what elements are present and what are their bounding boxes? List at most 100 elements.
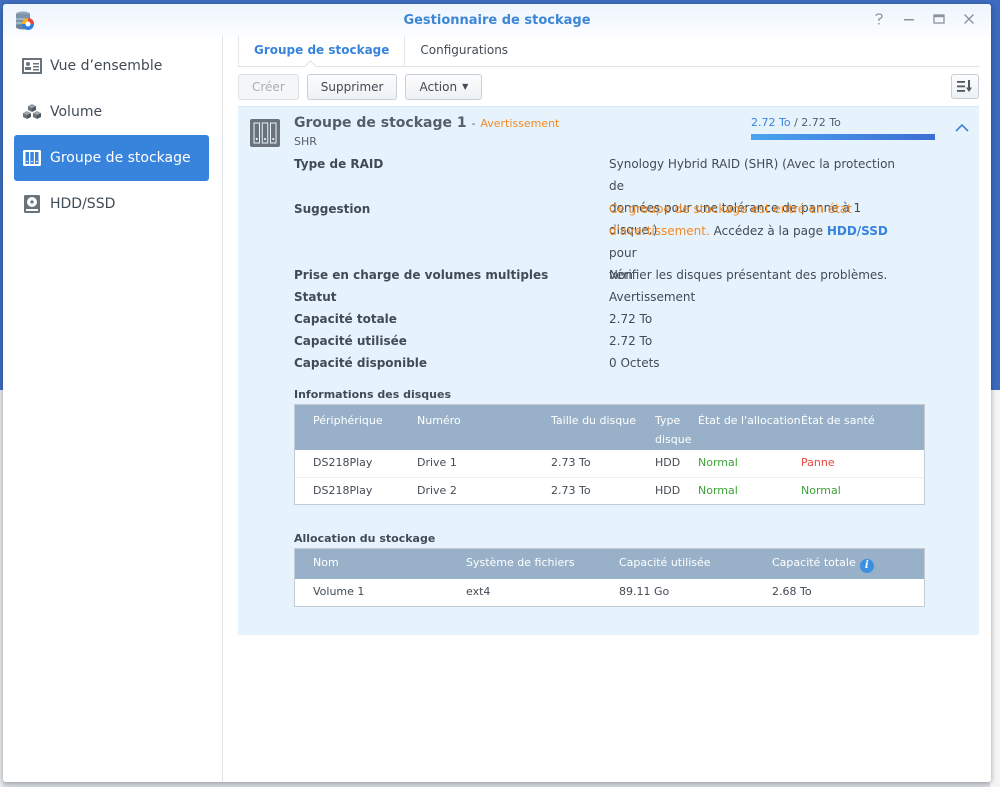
usage-progress-bar xyxy=(751,134,935,140)
info-icon[interactable]: i xyxy=(859,559,874,573)
hdd-ssd-link[interactable]: HDD/SSD xyxy=(827,224,888,238)
delete-button[interactable]: Supprimer xyxy=(306,74,398,100)
detail-key: Prise en charge de volumes multiples xyxy=(294,268,549,282)
sidebar: Vue d’ensemble Volume Groupe de stockage… xyxy=(3,36,223,782)
column-header[interactable]: Numéro xyxy=(399,411,533,450)
create-button[interactable]: Créer xyxy=(238,74,299,100)
column-header[interactable]: Système de fichiers xyxy=(448,549,601,579)
column-header[interactable]: État de l'allocation xyxy=(698,411,801,450)
disks-section-title: Informations des disques xyxy=(294,388,451,401)
cell-type: HDD xyxy=(655,456,681,469)
pool-status-badge: Avertissement xyxy=(480,117,560,130)
background-window-edge xyxy=(990,390,1000,787)
usage-total: 2.72 To xyxy=(801,116,841,129)
window-title: Gestionnaire de stockage xyxy=(403,13,591,28)
sidebar-item-label: Volume xyxy=(50,104,103,120)
cell-allocation-status: Normal xyxy=(698,456,738,469)
cell-size: 2.73 To xyxy=(551,456,591,469)
cell-device: DS218Play xyxy=(313,484,373,497)
detail-status: Statut Avertissement xyxy=(294,286,954,308)
table-row[interactable]: Volume 1 ext4 89.11 Go 2.68 To xyxy=(295,579,924,606)
pool-type: SHR xyxy=(294,135,317,148)
allocation-table: Nom Système de fichiers Capacité utilisé… xyxy=(294,548,925,607)
detail-multi-volume: Prise en charge de volumes multiples Non xyxy=(294,264,954,286)
main-content: Groupe de stockage Configurations Créer … xyxy=(224,36,991,782)
volume-cubes-icon xyxy=(22,102,42,122)
detail-key: Capacité totale xyxy=(294,312,397,326)
sidebar-item-overview[interactable]: Vue d’ensemble xyxy=(14,43,209,89)
table-row[interactable]: DS218Play Drive 2 2.73 To HDD Normal Nor… xyxy=(295,477,924,504)
detail-value: Non xyxy=(609,268,633,282)
collapse-chevron-up-icon[interactable] xyxy=(953,121,971,135)
close-icon xyxy=(964,14,974,24)
table-row[interactable]: DS218Play Drive 1 2.73 To HDD Normal Pan… xyxy=(295,450,924,477)
pool-name: Groupe de stockage 1 xyxy=(294,115,467,131)
column-header[interactable]: Type disque xyxy=(637,411,698,450)
column-header-total-capacity[interactable]: Capacité totale i xyxy=(754,549,924,579)
detail-value: 2.72 To xyxy=(609,312,653,326)
cell-number: Drive 2 xyxy=(417,484,457,497)
storage-pool-panel: Groupe de stockage 1 - Avertissement SHR… xyxy=(238,106,979,635)
cell-total-capacity: 2.68 To xyxy=(772,585,812,598)
cell-health-status: Normal xyxy=(801,484,841,497)
tab-bar: Groupe de stockage Configurations xyxy=(238,36,523,66)
detail-value: Avertissement xyxy=(609,290,696,304)
overview-icon xyxy=(22,56,42,76)
cell-size: 2.73 To xyxy=(551,484,591,497)
detail-available-capacity: Capacité disponible 0 Octets xyxy=(294,352,954,374)
cell-allocation-status: Normal xyxy=(698,484,738,497)
cell-name: Volume 1 xyxy=(313,585,365,598)
sidebar-item-storage-pool[interactable]: Groupe de stockage xyxy=(14,135,209,181)
detail-key: Statut xyxy=(294,290,337,304)
cell-health-status: Panne xyxy=(801,456,835,469)
sidebar-item-hdd-ssd[interactable]: HDD/SSD xyxy=(14,181,209,227)
help-button[interactable] xyxy=(871,10,887,28)
tab-storage-pool[interactable]: Groupe de stockage xyxy=(239,36,406,66)
usage-text: 2.72 To / 2.72 To xyxy=(751,116,841,129)
allocation-table-header: Nom Système de fichiers Capacité utilisé… xyxy=(295,549,924,579)
maximize-icon xyxy=(933,14,945,24)
tab-configurations[interactable]: Configurations xyxy=(405,36,523,66)
cell-number: Drive 1 xyxy=(417,456,457,469)
action-dropdown-button[interactable]: Action ▼ xyxy=(405,74,483,100)
column-header[interactable]: Périphérique xyxy=(295,411,399,450)
suggestion-warning-line: d'avertissement. xyxy=(609,224,710,238)
title-separator: - xyxy=(471,117,476,130)
detail-total-capacity: Capacité totale 2.72 To xyxy=(294,308,954,330)
allocation-section-title: Allocation du stockage xyxy=(294,532,436,545)
toolbar: Créer Supprimer Action ▼ xyxy=(238,74,483,100)
storage-pool-icon xyxy=(250,119,280,147)
action-label: Action xyxy=(419,80,458,94)
column-header[interactable]: Capacité utilisée xyxy=(601,549,754,579)
suggestion-text: pour xyxy=(609,246,637,260)
detail-key: Capacité utilisée xyxy=(294,334,407,348)
cell-filesystem: ext4 xyxy=(466,585,491,598)
cell-type: HDD xyxy=(655,484,681,497)
sidebar-item-label: Vue d’ensemble xyxy=(50,58,163,74)
caret-down-icon: ▼ xyxy=(462,82,469,91)
sort-button[interactable] xyxy=(951,74,979,99)
maximize-button[interactable] xyxy=(931,10,947,28)
detail-value: 2.72 To xyxy=(609,334,653,348)
usage-used: 2.72 To xyxy=(751,116,791,129)
storage-pool-icon xyxy=(22,148,42,168)
minimize-button[interactable] xyxy=(901,10,917,28)
detail-value: 0 Octets xyxy=(609,356,660,370)
suggestion-text: Accédez à la page xyxy=(713,224,823,238)
sidebar-item-volume[interactable]: Volume xyxy=(14,89,209,135)
pool-title: Groupe de stockage 1 - Avertissement xyxy=(294,115,559,131)
close-button[interactable] xyxy=(961,10,977,28)
minimize-icon xyxy=(904,19,914,21)
storage-manager-window: Gestionnaire de stockage Vue d’ensemble xyxy=(3,4,991,782)
column-header[interactable]: État de santé xyxy=(801,411,911,450)
column-header[interactable]: Taille du disque xyxy=(533,411,637,450)
background-window-edge xyxy=(990,0,1000,390)
disks-table: Périphérique Numéro Taille du disque Typ… xyxy=(294,404,925,505)
hdd-icon xyxy=(22,194,42,214)
tab-divider xyxy=(238,66,979,67)
detail-key: Capacité disponible xyxy=(294,356,428,370)
suggestion-warning-line: Ce groupe de stockage est entré en état xyxy=(609,202,852,216)
detail-value-line: Synology Hybrid RAID (SHR) (Avec la prot… xyxy=(609,157,896,193)
title-bar[interactable]: Gestionnaire de stockage xyxy=(3,4,991,36)
column-header[interactable]: Nom xyxy=(295,549,448,579)
